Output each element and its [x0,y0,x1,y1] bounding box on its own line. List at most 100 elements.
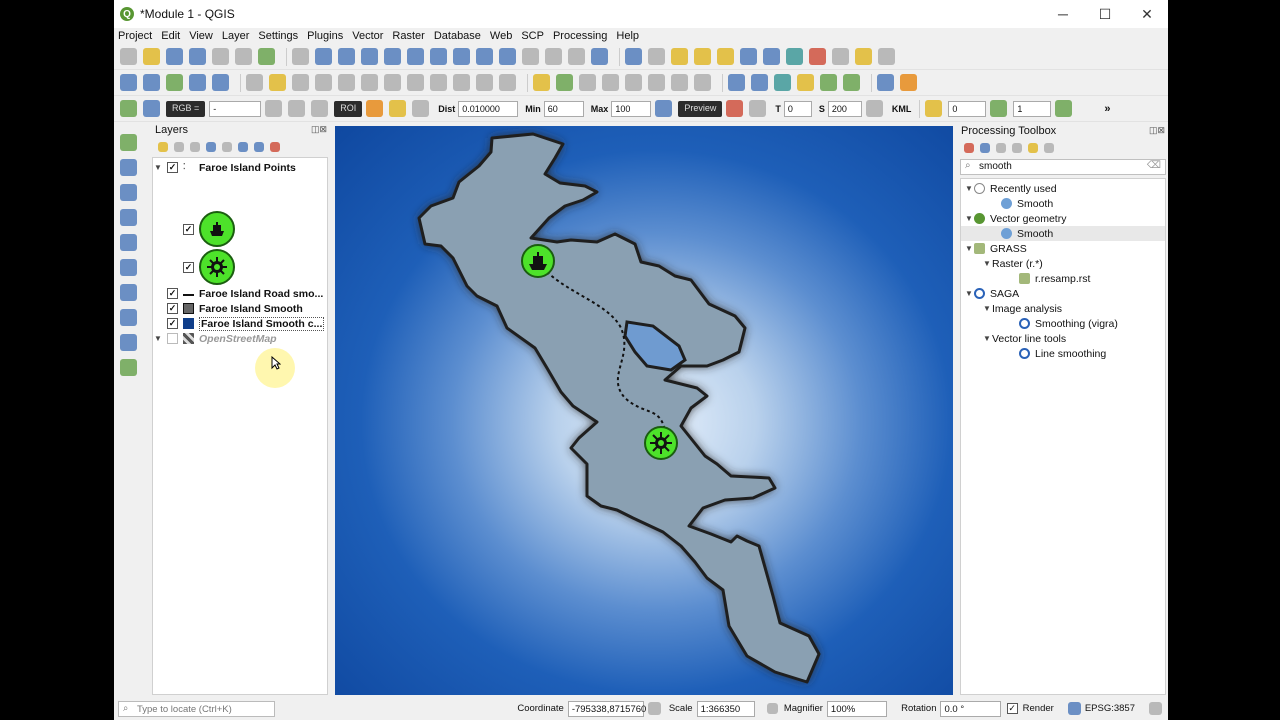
attribute-table-icon[interactable] [740,48,757,65]
style-manager-icon[interactable] [258,48,275,65]
layer-diagram-icon[interactable] [556,74,573,91]
new-project-icon[interactable] [120,48,137,65]
tree-subgroup[interactable]: ▼ Raster (r.*) [982,256,1043,271]
menu-processing[interactable]: Processing [553,30,607,42]
spin-a-input[interactable]: 0 [948,100,987,117]
zoom-native-icon[interactable] [384,48,401,65]
save-edits-icon[interactable] [292,74,309,91]
tree-group-recent[interactable]: ▼ Recently used [964,181,1057,196]
render-checkbox[interactable]: ✓ [1006,703,1018,714]
collapse-arrow-icon[interactable]: ▼ [964,184,974,193]
stretch-a-icon[interactable] [265,100,283,117]
toolbox-search-input[interactable]: ⌕ smooth ⌫ [960,159,1166,175]
current-edits-icon[interactable] [246,74,263,91]
roi-add-icon[interactable] [389,100,407,117]
data-source-manager-icon[interactable] [120,74,137,91]
zoom-next-icon[interactable] [499,48,516,65]
collapse-arrow-icon[interactable]: ▼ [982,334,992,343]
settlement-marker[interactable] [644,426,678,460]
edit-features-icon[interactable] [1028,143,1038,153]
layer-item[interactable]: ✓ Faroe Island Road smo... [153,286,323,301]
preview-zoom-icon[interactable] [655,100,673,117]
layer-item-selected[interactable]: ✓ Faroe Island Smooth c... [153,316,329,331]
t-input[interactable]: 0 [783,100,812,117]
rotation-field[interactable]: 0.0 ° [940,700,1001,717]
dist-input[interactable]: 0.010000 [458,100,519,117]
zoom-roi-icon[interactable] [311,100,329,117]
refresh-icon[interactable] [591,48,608,65]
bookmark-icon[interactable] [568,48,585,65]
roi-button[interactable]: ROI [334,100,363,117]
zoom-selection-icon[interactable] [430,48,447,65]
field-calculator-icon[interactable] [763,48,780,65]
preview-rgb-icon[interactable] [726,100,744,117]
new-map-view-icon[interactable] [522,48,539,65]
manage-themes-icon[interactable] [190,142,200,152]
menu-plugins[interactable]: Plugins [307,30,343,42]
plugin-a-icon[interactable] [820,74,837,91]
add-delimited-text-icon[interactable] [120,209,137,226]
step-b-icon[interactable] [1055,100,1073,117]
menu-settings[interactable]: Settings [258,30,298,42]
add-wcs-icon[interactable] [120,309,137,326]
legend-checkbox[interactable]: ✓ [183,223,194,235]
rgb-select[interactable]: - [209,100,262,117]
statistics-icon[interactable] [809,48,826,65]
scale-field[interactable]: 1:366350 [696,700,755,717]
menu-database[interactable]: Database [434,30,481,42]
menu-project[interactable]: Project [118,30,152,42]
filter-expression-icon[interactable] [222,142,232,152]
crs-label[interactable]: EPSG:3857 [1085,703,1135,714]
models-icon[interactable] [964,143,974,153]
pan-icon[interactable] [292,48,309,65]
add-vector-tool-icon[interactable] [120,134,137,151]
minimize-button[interactable]: ─ [1042,6,1084,23]
tree-item[interactable]: Line smoothing [1019,346,1106,361]
filter-legend-icon[interactable] [206,142,216,152]
add-postgis-icon[interactable] [120,259,137,276]
collapse-arrow-icon[interactable]: ▼ [964,289,974,298]
legend-checkbox[interactable]: ✓ [183,261,194,273]
measure-icon[interactable] [832,48,849,65]
metasearch-icon[interactable] [774,74,791,91]
scp-main-icon[interactable] [120,100,137,117]
layer-checkbox[interactable]: ✓ [167,303,178,314]
options-wrench-icon[interactable] [1044,143,1054,153]
crs-globe-icon[interactable] [1067,702,1081,715]
expand-all-icon[interactable] [238,142,248,152]
rgb-button[interactable]: RGB = [166,100,206,117]
actions-icon[interactable] [648,48,665,65]
step-a-icon[interactable] [990,100,1008,117]
spin-b-input[interactable]: 1 [1013,100,1052,117]
collapse-arrow-icon[interactable]: ▼ [964,214,974,223]
lock-icon[interactable] [766,703,778,714]
layer-item[interactable]: ▼ OpenStreetMap [153,331,277,346]
stretch-b-icon[interactable] [288,100,306,117]
menu-raster[interactable]: Raster [392,30,424,42]
tree-group-vector-geometry[interactable]: ▼ Vector geometry [964,211,1066,226]
coordinate-field[interactable]: -795338,8715760 [567,700,646,717]
layer-styling-icon[interactable] [158,142,168,152]
tree-subgroup[interactable]: ▼ Vector line tools [982,331,1066,346]
collapse-arrow-icon[interactable]: ▼ [153,334,163,343]
remove-temp-icon[interactable] [865,100,883,117]
add-wms-icon[interactable] [120,284,137,301]
web-globe-icon[interactable] [728,74,745,91]
select-by-value-icon[interactable] [694,48,711,65]
zoom-out-icon[interactable] [361,48,378,65]
locator-input[interactable]: ⌕ Type to locate (Ctrl+K) [118,700,276,717]
zoom-in-icon[interactable] [338,48,355,65]
collapse-arrow-icon[interactable]: ▼ [982,259,992,268]
clear-search-icon[interactable]: ⌫ [1147,160,1161,171]
ferry-marker[interactable] [521,244,555,278]
layout-manager-icon[interactable] [235,48,252,65]
identify-icon[interactable] [625,48,642,65]
undo-icon[interactable] [476,74,493,91]
help-book-icon[interactable] [877,74,894,91]
zoom-layer-icon[interactable] [453,48,470,65]
nn-join-icon[interactable] [900,74,917,91]
collapse-arrow-icon[interactable]: ▼ [982,304,992,313]
layer-checkbox[interactable]: ✓ [167,318,178,329]
close-button[interactable]: ✕ [1126,6,1168,23]
add-spatialite-icon[interactable] [120,234,137,251]
